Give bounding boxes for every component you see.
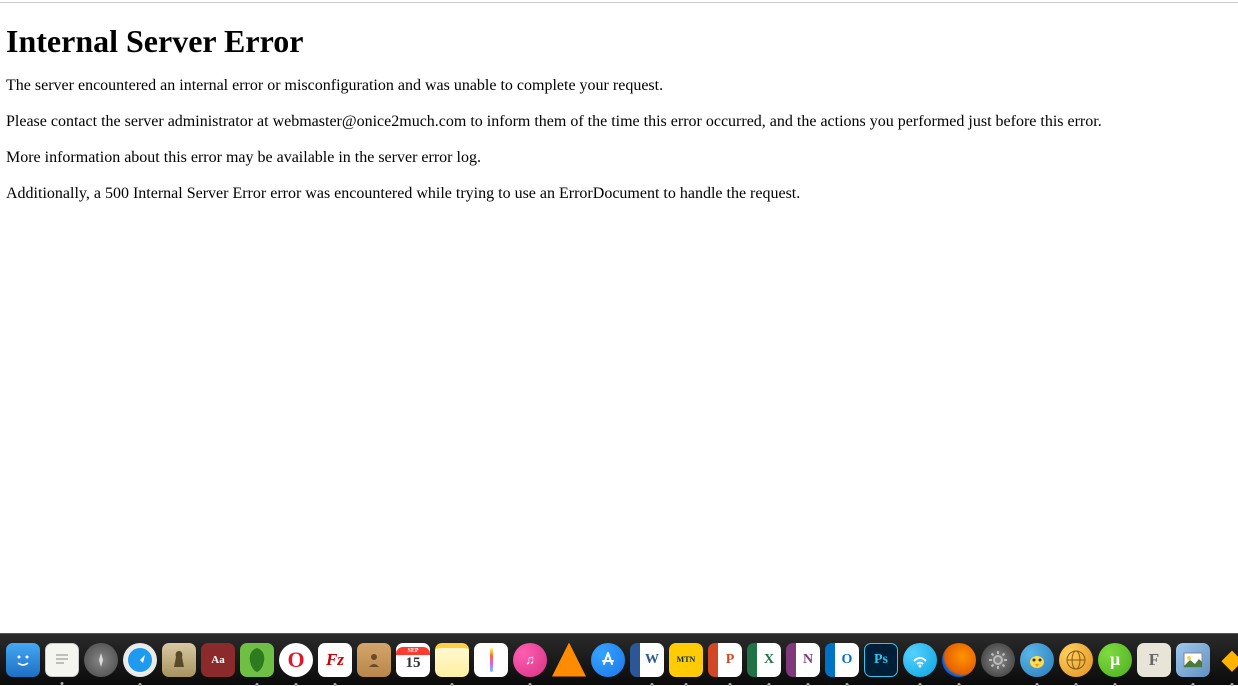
word-label: W xyxy=(645,652,659,668)
dock-mtn-icon[interactable]: MTN xyxy=(669,643,703,677)
dock-systempref-icon[interactable] xyxy=(981,643,1015,677)
dock-finder-icon[interactable] xyxy=(6,643,40,677)
itunes-label: ♫ xyxy=(525,652,535,668)
excel-label: X xyxy=(764,652,774,668)
opera-label: O xyxy=(287,647,304,673)
sketch-label: ◆ xyxy=(1222,645,1238,675)
error-paragraph: More information about this error may be… xyxy=(6,148,1230,168)
error-paragraph: Please contact the server administrator … xyxy=(6,112,1230,132)
error-paragraph: Additionally, a 500 Internal Server Erro… xyxy=(6,184,1230,204)
dock-preview-icon[interactable] xyxy=(1176,643,1210,677)
error-page-content: Internal Server Error The server encount… xyxy=(0,3,1238,204)
error-paragraph: The server encountered an internal error… xyxy=(6,76,1230,96)
dock-excel-icon[interactable]: X xyxy=(747,643,781,677)
dock-utorrent-icon[interactable]: µ xyxy=(1098,643,1132,677)
dictionary-label: Aa xyxy=(211,654,224,666)
dock-globe-icon[interactable] xyxy=(1059,643,1093,677)
dock-safari-icon[interactable] xyxy=(123,643,157,677)
utorrent-label: µ xyxy=(1110,649,1120,670)
dock-filezilla-icon[interactable]: Fz xyxy=(318,643,352,677)
dock-opera-icon[interactable]: O xyxy=(279,643,313,677)
dock-onenote-icon[interactable]: N xyxy=(786,643,820,677)
dock-evernote-icon[interactable] xyxy=(240,643,274,677)
dock-reminders-icon[interactable] xyxy=(474,643,508,677)
onenote-label: N xyxy=(803,652,813,668)
dock-fonts-icon[interactable]: F xyxy=(1137,643,1171,677)
dock-wifi-icon[interactable] xyxy=(903,643,937,677)
dock: Aa O Fz SEP 15 ♫ W MTN P X N O Ps µ F xyxy=(0,633,1238,685)
page-heading: Internal Server Error xyxy=(6,23,1230,60)
dock-launchpad-icon[interactable] xyxy=(84,643,118,677)
dock-textedit-icon[interactable] xyxy=(45,643,79,677)
powerpoint-label: P xyxy=(726,652,735,668)
dock-chess-icon[interactable] xyxy=(162,643,196,677)
filezilla-label: Fz xyxy=(326,650,344,670)
dock-word-icon[interactable]: W xyxy=(630,643,664,677)
dock-firefox-icon[interactable] xyxy=(942,643,976,677)
mtn-label: MTN xyxy=(677,655,696,664)
dock-appstore-icon[interactable] xyxy=(591,643,625,677)
dock-itunes-icon[interactable]: ♫ xyxy=(513,643,547,677)
dock-vlc-icon[interactable] xyxy=(552,643,586,677)
dock-dictionary-icon[interactable]: Aa xyxy=(201,643,235,677)
outlook-label: O xyxy=(842,652,853,668)
photoshop-label: Ps xyxy=(874,652,888,668)
dock-contacts-icon[interactable] xyxy=(357,643,391,677)
calendar-day: 15 xyxy=(406,655,421,672)
dock-cyberduck-icon[interactable] xyxy=(1020,643,1054,677)
dock-notes-icon[interactable] xyxy=(435,643,469,677)
dock-photoshop-icon[interactable]: Ps xyxy=(864,643,898,677)
dock-powerpoint-icon[interactable]: P xyxy=(708,643,742,677)
calendar-month: SEP xyxy=(396,647,430,655)
fonts-label: F xyxy=(1149,650,1159,670)
dock-outlook-icon[interactable]: O xyxy=(825,643,859,677)
dock-calendar-icon[interactable]: SEP 15 xyxy=(396,643,430,677)
dock-sketch-icon[interactable]: ◆ xyxy=(1215,643,1238,677)
